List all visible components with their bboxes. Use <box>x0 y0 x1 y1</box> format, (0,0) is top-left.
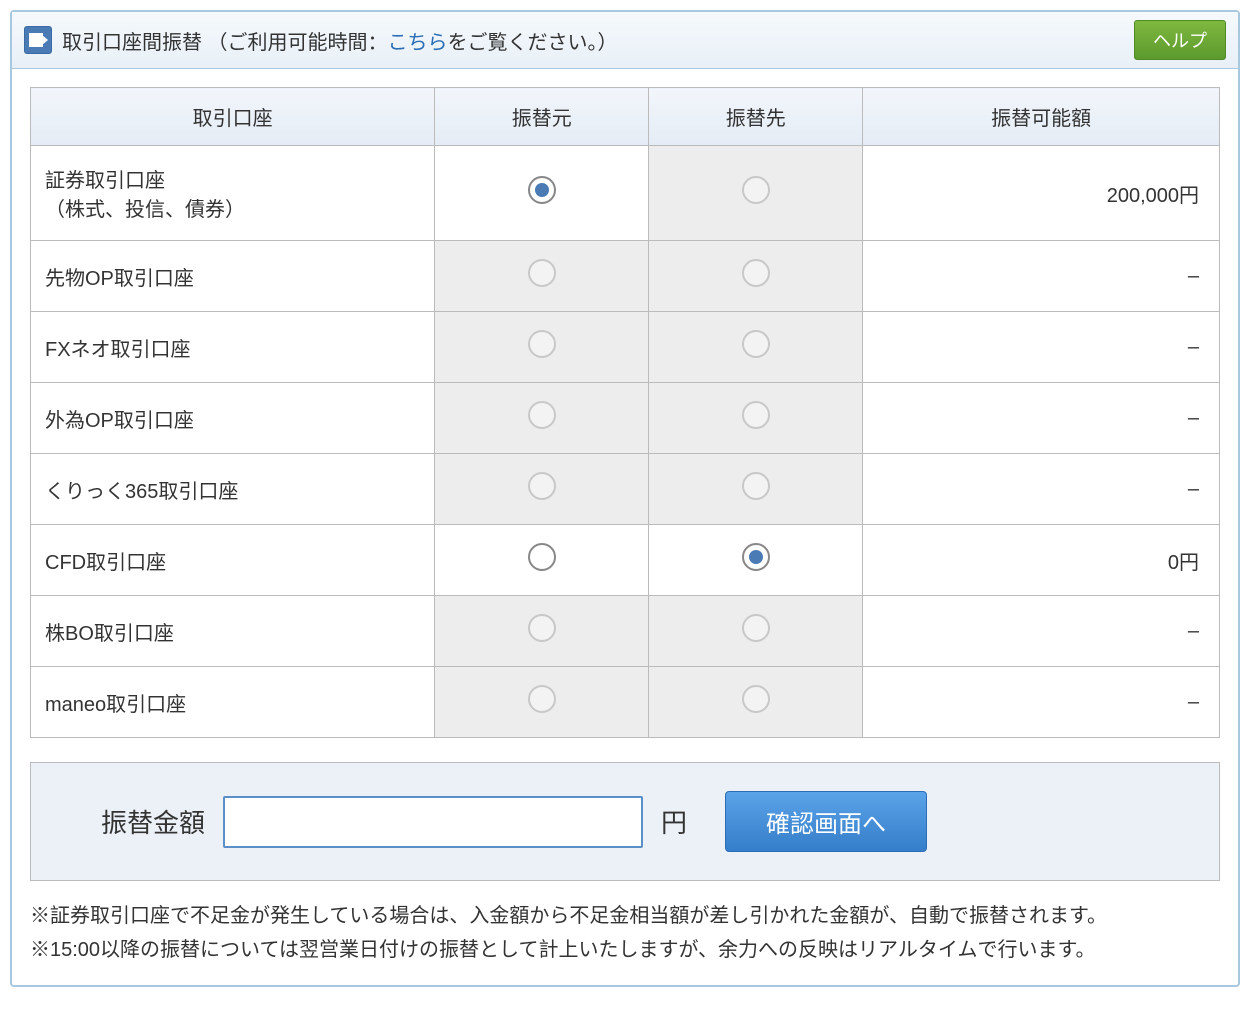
to-radio <box>742 259 770 287</box>
note-1: ※証券取引口座で不足金が発生している場合は、入金額から不足金相当額が差し引かれた… <box>30 899 1220 933</box>
to-radio <box>742 401 770 429</box>
confirm-button[interactable]: 確認画面へ <box>725 791 927 852</box>
account-name-line1: FXネオ取引口座 <box>45 339 191 361</box>
account-name-line1: 株BO取引口座 <box>45 623 174 645</box>
to-cell <box>649 525 863 596</box>
available-amount-cell: 200,000円 <box>863 146 1220 241</box>
account-name-line1: maneo取引口座 <box>45 694 186 716</box>
to-radio <box>742 472 770 500</box>
th-account: 取引口座 <box>31 88 435 146</box>
from-radio <box>528 330 556 358</box>
availability-link[interactable]: こちら <box>388 32 448 54</box>
available-amount-cell: – <box>863 454 1220 525</box>
to-cell <box>649 312 863 383</box>
from-radio <box>528 401 556 429</box>
account-name-line1: くりっく365取引口座 <box>45 481 238 503</box>
table-row: 株BO取引口座 – <box>31 596 1220 667</box>
from-cell <box>435 146 649 241</box>
transfer-icon <box>24 26 52 54</box>
transfer-amount-input[interactable] <box>223 796 643 848</box>
transfer-panel: 取引口座間振替 （ご利用可能時間：こちらをご覧ください。） ヘルプ 取引口座 振… <box>10 10 1240 987</box>
to-radio[interactable] <box>742 543 770 571</box>
table-row: くりっく365取引口座 – <box>31 454 1220 525</box>
th-available: 振替可能額 <box>863 88 1220 146</box>
to-radio <box>742 614 770 642</box>
account-name-cell: 証券取引口座 （株式、投信、債券） <box>31 146 435 241</box>
account-name-cell: くりっく365取引口座 <box>31 454 435 525</box>
yen-unit: 円 <box>661 803 687 840</box>
account-name-line1: CFD取引口座 <box>45 552 166 574</box>
account-name-cell: CFD取引口座 <box>31 525 435 596</box>
account-name-cell: 先物OP取引口座 <box>31 241 435 312</box>
th-to: 振替先 <box>649 88 863 146</box>
table-row: 外為OP取引口座 – <box>31 383 1220 454</box>
table-row: 証券取引口座 （株式、投信、債券） 200,000円 <box>31 146 1220 241</box>
panel-header: 取引口座間振替 （ご利用可能時間：こちらをご覧ください。） ヘルプ <box>12 12 1238 69</box>
from-cell <box>435 525 649 596</box>
from-cell <box>435 454 649 525</box>
available-amount-cell: – <box>863 383 1220 454</box>
to-radio <box>742 330 770 358</box>
account-name-cell: 株BO取引口座 <box>31 596 435 667</box>
title-prefix: 取引口座間振替 （ご利用可能時間： <box>62 32 388 54</box>
notes: ※証券取引口座で不足金が発生している場合は、入金額から不足金相当額が差し引かれた… <box>12 899 1238 985</box>
available-amount-cell: – <box>863 596 1220 667</box>
from-radio <box>528 472 556 500</box>
from-radio <box>528 685 556 713</box>
from-radio[interactable] <box>528 176 556 204</box>
to-cell <box>649 146 863 241</box>
panel-body: 取引口座 振替元 振替先 振替可能額 証券取引口座 （株式、投信、債券） 200,0… <box>12 69 1238 899</box>
account-name-line1: 先物OP取引口座 <box>45 268 194 290</box>
available-amount-cell: – <box>863 312 1220 383</box>
accounts-table: 取引口座 振替元 振替先 振替可能額 証券取引口座 （株式、投信、債券） 200,0… <box>30 87 1220 738</box>
to-cell <box>649 454 863 525</box>
help-button[interactable]: ヘルプ <box>1134 20 1226 60</box>
from-cell <box>435 241 649 312</box>
account-name-cell: maneo取引口座 <box>31 667 435 738</box>
from-cell <box>435 312 649 383</box>
transfer-bar: 振替金額 円 確認画面へ <box>30 762 1220 881</box>
page-title: 取引口座間振替 （ご利用可能時間：こちらをご覧ください。） <box>62 26 1134 55</box>
available-amount-cell: – <box>863 241 1220 312</box>
from-radio <box>528 614 556 642</box>
available-amount-cell: – <box>863 667 1220 738</box>
to-radio <box>742 685 770 713</box>
to-cell <box>649 241 863 312</box>
th-from: 振替元 <box>435 88 649 146</box>
from-radio[interactable] <box>528 543 556 571</box>
to-cell <box>649 667 863 738</box>
table-row: maneo取引口座 – <box>31 667 1220 738</box>
table-row: 先物OP取引口座 – <box>31 241 1220 312</box>
table-row: CFD取引口座 0円 <box>31 525 1220 596</box>
transfer-amount-label: 振替金額 <box>101 803 205 840</box>
from-cell <box>435 383 649 454</box>
account-name-line2: （株式、投信、債券） <box>45 199 245 221</box>
note-2: ※15:00以降の振替については翌営業日付けの振替として計上いたしますが、余力へ… <box>30 933 1220 967</box>
to-cell <box>649 383 863 454</box>
account-name-line1: 証券取引口座 <box>45 170 165 192</box>
account-name-cell: 外為OP取引口座 <box>31 383 435 454</box>
to-radio <box>742 176 770 204</box>
available-amount-cell: 0円 <box>863 525 1220 596</box>
to-cell <box>649 596 863 667</box>
table-row: FXネオ取引口座 – <box>31 312 1220 383</box>
from-radio <box>528 259 556 287</box>
from-cell <box>435 596 649 667</box>
account-name-cell: FXネオ取引口座 <box>31 312 435 383</box>
account-name-line1: 外為OP取引口座 <box>45 410 194 432</box>
title-suffix: をご覧ください。） <box>448 32 618 54</box>
from-cell <box>435 667 649 738</box>
